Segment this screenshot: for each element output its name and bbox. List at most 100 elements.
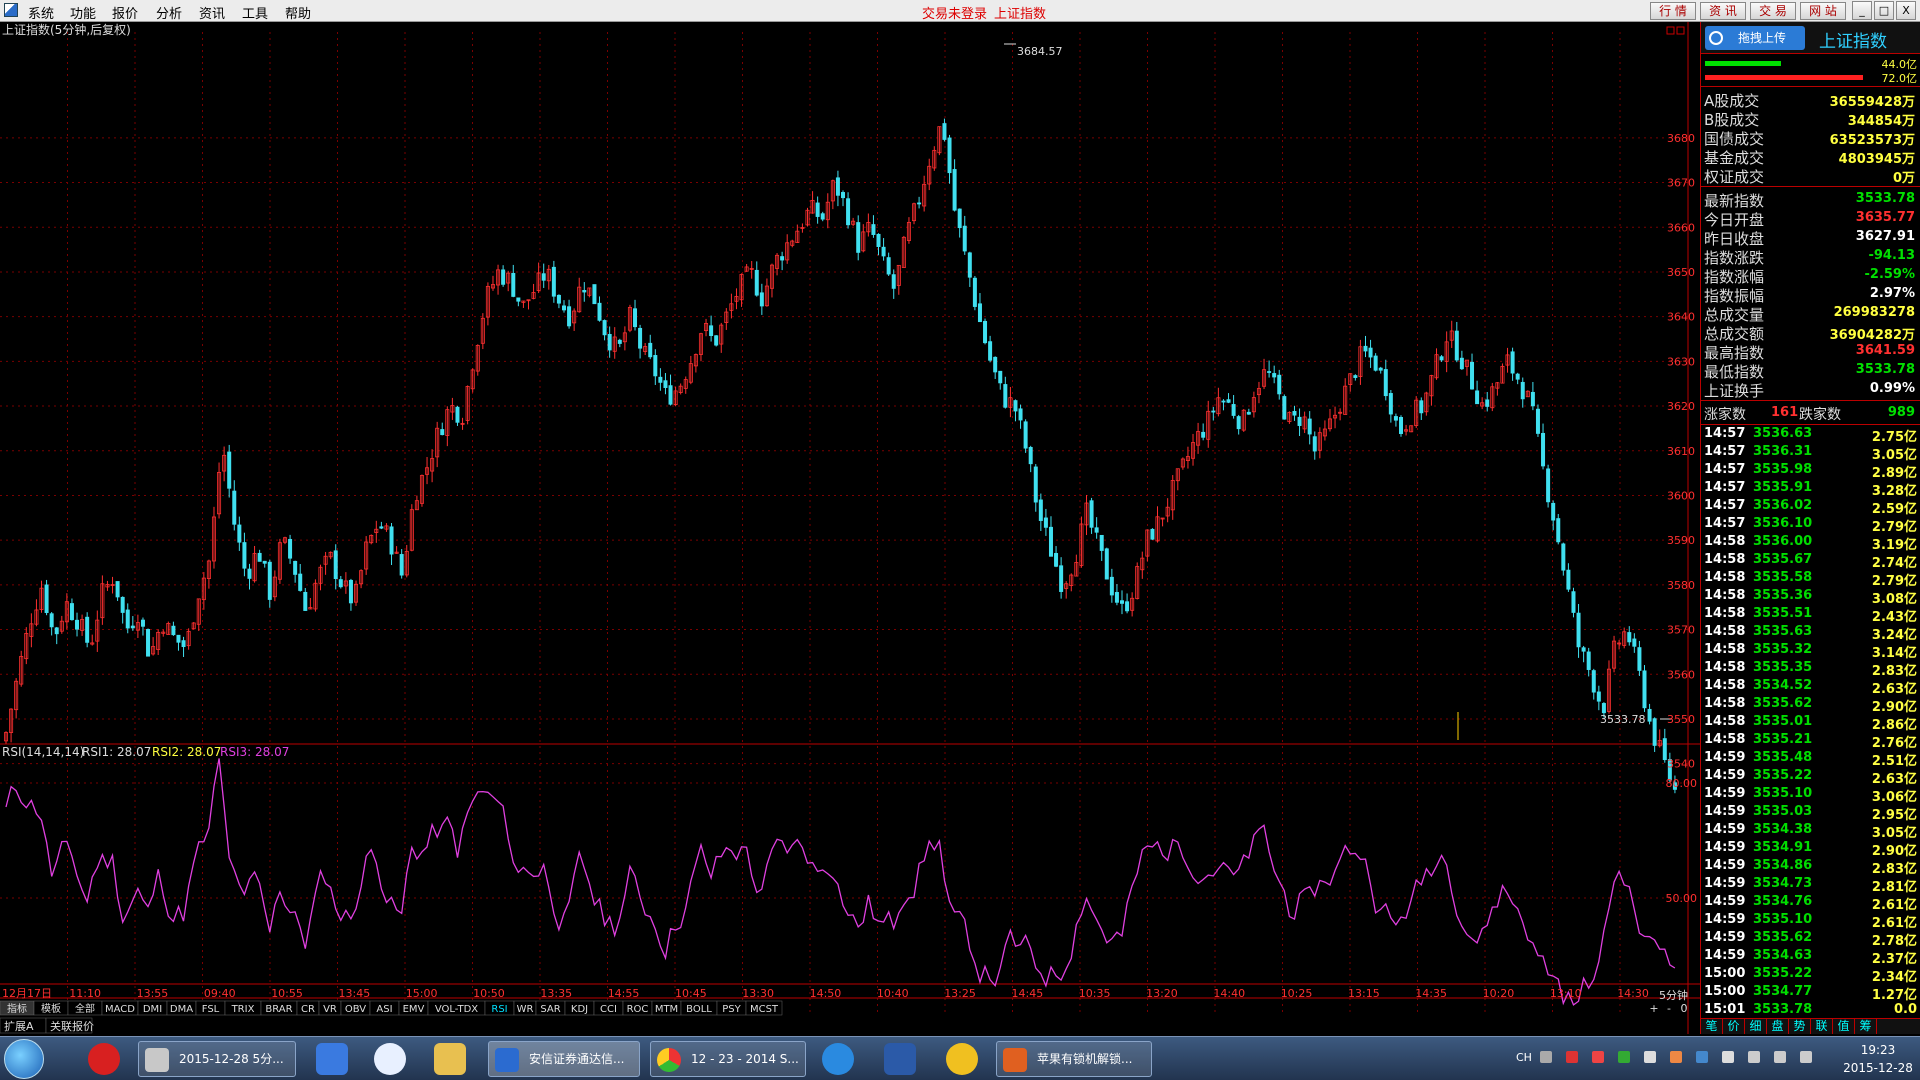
volume-icon[interactable] [1774,1051,1786,1063]
panel-tab[interactable]: 筹 [1855,1019,1877,1034]
tray-app-icon-2[interactable] [1592,1051,1604,1063]
indicator-tab[interactable]: OBV [345,1004,366,1015]
indicator-tab[interactable]: PSY [722,1004,741,1015]
panel-tab[interactable]: 联 [1811,1019,1833,1034]
indicator-tab[interactable]: 模板 [41,1002,61,1015]
panel-tab[interactable]: 价 [1723,1019,1745,1034]
indicator-tab[interactable]: SAR [540,1004,560,1015]
tick-time: 14:58 [1704,714,1746,729]
trade-button[interactable]: 交 易 [1750,2,1796,20]
panel-tab[interactable]: 笔 [1701,1019,1723,1034]
indicator-tab[interactable]: DMA [170,1004,193,1015]
bottom-tab[interactable]: 关联报价 [50,1019,94,1033]
folder-icon[interactable] [434,1043,466,1075]
indicator-tab[interactable]: MTM [655,1004,678,1015]
system-clock[interactable]: 19:23 2015-12-28 [1840,1041,1916,1077]
x-axis-label: 14:30 [1617,987,1649,1000]
tick-price: 3534.63 [1753,948,1813,963]
x-axis-label: 14:35 [1415,987,1447,1000]
taskbar-item-tdx[interactable]: 安信证券通达信... [488,1041,640,1077]
tick-row: 14:59 3534.38 3.05亿 [1701,822,1920,841]
menu-quote[interactable]: 报价 [112,3,138,22]
power-icon[interactable] [1800,1051,1812,1063]
input-language[interactable]: CH [1516,1051,1532,1064]
panel-tab[interactable]: 细 [1745,1019,1767,1034]
indicator-tab[interactable]: ROC [627,1004,649,1015]
indicator-tab[interactable]: CR [301,1004,315,1015]
indicator-tab[interactable]: BRAR [265,1004,292,1015]
period-label[interactable]: 5分钟 [1659,988,1688,1002]
ie-icon[interactable] [822,1043,854,1075]
indicator-tab[interactable]: EMV [403,1004,425,1015]
indicator-tab[interactable]: 指标 [7,1002,27,1015]
menu-system[interactable]: 系统 [28,3,54,22]
indicator-tab[interactable]: TRIX [231,1004,255,1015]
network-icon[interactable] [1748,1051,1760,1063]
indicator-tab[interactable]: FSL [202,1004,220,1015]
panel-tab[interactable]: 势 [1789,1019,1811,1034]
tray-app-icon-5[interactable] [1670,1051,1682,1063]
indicator-tab[interactable]: MACD [105,1004,135,1015]
indicator-tab[interactable]: DMI [143,1004,162,1015]
close-button[interactable]: X [1896,1,1916,20]
cloud-icon [1709,31,1723,45]
zoom-control[interactable]: - [1667,1002,1671,1015]
zoom-control[interactable]: 0 [1681,1002,1688,1015]
flag-icon[interactable] [1722,1051,1734,1063]
maximize-button[interactable]: □ [1874,1,1894,20]
kline-chart[interactable]: 上证指数(5分钟,后复权) 3684.57 3533.78 RSI(14,14,… [0,22,1700,1034]
login-status[interactable]: 交易未登录 [922,3,987,22]
tick-volume: 2.63亿 [1871,682,1917,697]
zoom-control[interactable]: + [1649,1002,1658,1015]
tray-app-icon-1[interactable] [1566,1051,1578,1063]
bottom-tab[interactable]: 扩展A [4,1019,34,1033]
candle-body [1125,601,1130,612]
window-switcher-icon[interactable] [316,1043,348,1075]
app-yellow-icon[interactable] [946,1043,978,1075]
upload-button[interactable]: 拖拽上传 [1705,26,1805,50]
candle-body [237,524,242,543]
app-red-icon[interactable] [88,1043,120,1075]
tick-time: 14:59 [1704,948,1746,963]
menu-news[interactable]: 资讯 [199,3,225,22]
website-button[interactable]: 网 站 [1800,2,1846,20]
minimize-button[interactable]: _ [1852,1,1872,20]
keyboard-tray-icon[interactable] [1540,1051,1552,1063]
tray-app-icon-3[interactable] [1618,1051,1630,1063]
menu-function[interactable]: 功能 [70,3,96,22]
menu-help[interactable]: 帮助 [285,3,311,22]
indicator-tab[interactable]: BOLL [686,1004,712,1015]
indicator-tab[interactable]: CCI [600,1004,617,1015]
tray-app-icon-4[interactable] [1644,1051,1656,1063]
taskbar-item-apple[interactable]: 苹果有锁机解锁... [996,1041,1152,1077]
down-count-label: 跌家数 [1799,407,1841,423]
menu-analysis[interactable]: 分析 [156,3,182,22]
indicator-tab[interactable]: VOL-TDX [435,1004,478,1015]
stat-label: 指数涨幅 [1704,268,1765,286]
clock-time: 19:23 [1860,1043,1896,1057]
taskbar-item-chrome[interactable]: 12 - 23 - 2014 S... [650,1041,806,1077]
indicator-tab[interactable]: ASI [376,1004,392,1015]
panel-tab[interactable]: 值 [1833,1019,1855,1034]
start-button[interactable] [4,1039,44,1079]
candle-body [1551,502,1556,521]
indicator-tab[interactable]: VR [323,1004,337,1015]
candle-body [232,490,237,525]
tick-time: 14:58 [1704,534,1746,549]
indicator-tab[interactable]: RSI [491,1004,507,1015]
cloud-app-icon[interactable] [374,1043,406,1075]
taskbar-item-chart[interactable]: 2015-12-28 5分... [138,1041,296,1077]
indicator-tab[interactable]: 全部 [75,1002,95,1015]
word-icon[interactable] [884,1043,916,1075]
indicator-tab[interactable]: WR [517,1004,534,1015]
news-button[interactable]: 资 讯 [1700,2,1746,20]
tray-app-icon-6[interactable] [1696,1051,1708,1063]
candle-body [1566,569,1571,590]
quote-button[interactable]: 行 情 [1650,2,1696,20]
chart-area[interactable]: 上证指数(5分钟,后复权) 3684.57 3533.78 RSI(14,14,… [0,22,1700,1034]
menu-tools[interactable]: 工具 [242,3,268,22]
candle-body [1120,600,1125,604]
indicator-tab[interactable]: MCST [750,1004,779,1015]
panel-tab[interactable]: 盘 [1767,1019,1789,1034]
indicator-tab[interactable]: KDJ [571,1004,588,1015]
